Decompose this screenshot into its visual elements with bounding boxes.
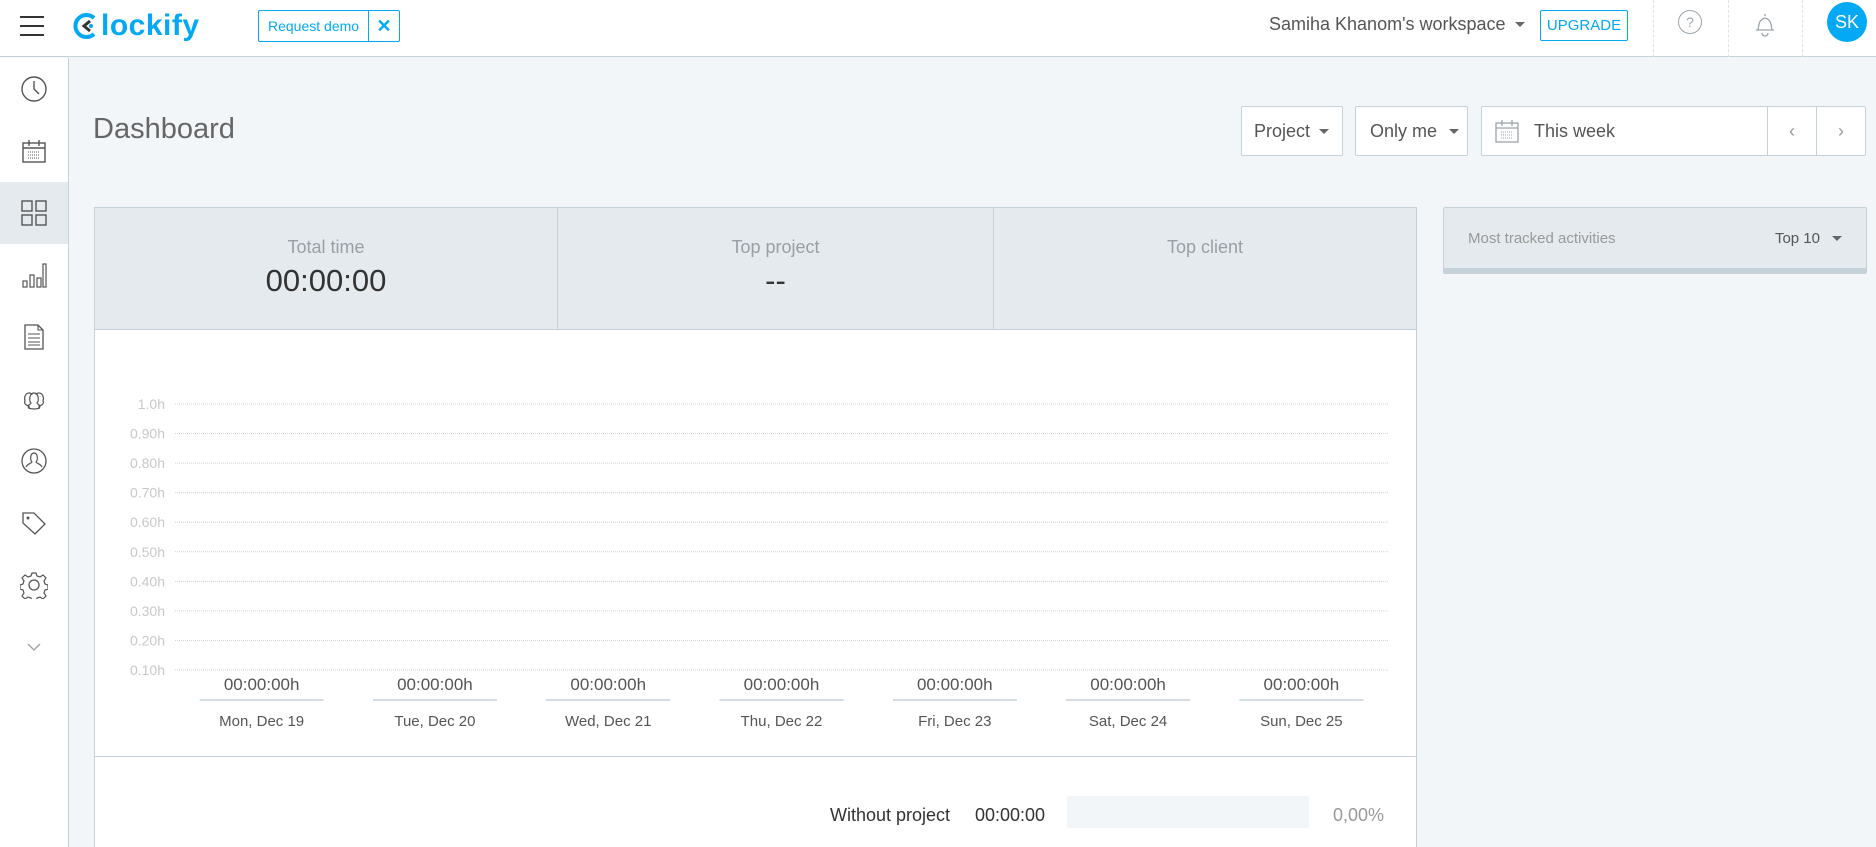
- stat-top-client: Top client: [994, 208, 1416, 329]
- stat-total-time: Total time 00:00:00: [95, 208, 558, 329]
- stat-value: 00:00:00: [265, 263, 387, 298]
- y-tick-label: 0.10h: [130, 662, 165, 678]
- sidebar-item-more[interactable]: [0, 616, 68, 678]
- most-tracked-activities-panel: Most tracked activities Top 10: [1443, 207, 1867, 274]
- sidebar-item-settings[interactable]: [0, 554, 68, 616]
- dashboard-grid-icon: [21, 200, 47, 226]
- scope-value: Only me: [1370, 120, 1438, 141]
- x-tick-label: Sun, Dec 25: [1260, 713, 1343, 730]
- clockify-logo-icon: [73, 13, 96, 39]
- x-tick-label: Mon, Dec 19: [219, 713, 304, 730]
- bar-value-label: 00:00:00h: [1090, 675, 1166, 694]
- y-tick-label: 0.90h: [130, 426, 165, 442]
- tag-icon: [22, 512, 46, 535]
- workspace-selector[interactable]: Samiha Khanom's workspace: [1269, 14, 1525, 35]
- x-tick-label: Fri, Dec 23: [918, 713, 991, 730]
- breakdown-progress-bar: [1067, 796, 1309, 828]
- upgrade-button[interactable]: UPGRADE: [1540, 10, 1628, 41]
- y-tick-label: 0.30h: [130, 603, 165, 619]
- sidebar-item-team[interactable]: [0, 368, 68, 430]
- scope-dropdown[interactable]: Only me: [1355, 106, 1468, 156]
- x-tick-label: Tue, Dec 20: [394, 713, 475, 730]
- sidebar-item-reports[interactable]: [0, 244, 68, 306]
- clockify-logo[interactable]: lockify: [72, 8, 200, 44]
- gear-icon: [20, 572, 48, 599]
- y-tick-label: 1.0h: [138, 396, 165, 412]
- top-bar: lockify Request demo ✕ Samiha Khanom's w…: [0, 0, 1876, 57]
- team-icon: [24, 392, 44, 410]
- top-count-dropdown[interactable]: Top 10: [1775, 230, 1842, 247]
- stat-top-project: Top project --: [558, 208, 994, 329]
- document-icon: [24, 324, 44, 350]
- caret-down-icon: [1449, 128, 1460, 134]
- divider: [1802, 0, 1803, 57]
- menu-hamburger-icon[interactable]: [20, 16, 44, 36]
- sidebar-item-time-tracker[interactable]: [0, 58, 68, 120]
- y-tick-label: 0.50h: [130, 544, 165, 560]
- date-range-value: This week: [1534, 120, 1616, 141]
- y-tick-label: 0.60h: [130, 514, 165, 530]
- workspace-name: Samiha Khanom's workspace: [1269, 14, 1506, 34]
- stat-label: Top client: [1166, 237, 1244, 257]
- bar-value-label: 00:00:00h: [397, 675, 473, 694]
- sidebar: [0, 58, 69, 847]
- date-range-picker: This week ‹ ›: [1481, 106, 1866, 156]
- stat-value: --: [765, 263, 786, 298]
- activities-title: Most tracked activities: [1468, 230, 1616, 247]
- date-range-button[interactable]: This week: [1482, 107, 1767, 155]
- request-demo-button[interactable]: Request demo: [259, 11, 370, 41]
- stat-label: Top project: [731, 237, 820, 257]
- user-circle-icon: [21, 448, 47, 474]
- breakdown-time: 00:00:00: [975, 805, 1046, 825]
- bar-value-label: 00:00:00h: [570, 675, 646, 694]
- daily-time-chart: 1.0h 0.90h 0.80h 0.70h 0.60h 0.50h 0.40h 0.30h 0…: [130, 396, 1388, 730]
- divider: [1653, 0, 1654, 57]
- top-count-value: Top 10: [1774, 230, 1820, 247]
- stat-label: Total time: [287, 237, 365, 257]
- y-tick-label: 0.20h: [130, 632, 165, 648]
- page-title: Dashboard: [93, 113, 235, 145]
- project-breakdown: Without project 00:00:00 0,00%: [95, 756, 1416, 847]
- request-demo-banner: Request demo ✕: [258, 10, 401, 42]
- prev-period-button[interactable]: ‹: [1767, 107, 1816, 155]
- bar-chart-icon: [22, 263, 47, 288]
- group-by-value: Project: [1254, 120, 1311, 141]
- calendar-icon: [22, 140, 46, 163]
- chevron-down-icon: [27, 643, 41, 651]
- bell-icon[interactable]: [1753, 12, 1777, 43]
- bar-value-label: 00:00:00h: [224, 675, 300, 694]
- y-tick-label: 0.70h: [130, 485, 165, 501]
- group-by-dropdown[interactable]: Project: [1241, 106, 1343, 156]
- logo-text: lockify: [101, 9, 200, 42]
- sidebar-item-clients[interactable]: [0, 430, 68, 492]
- sidebar-item-projects[interactable]: [0, 306, 68, 368]
- clock-icon: [21, 76, 47, 102]
- divider: [1728, 0, 1729, 57]
- calendar-icon: [1495, 120, 1519, 143]
- sidebar-item-dashboard[interactable]: [0, 182, 68, 244]
- y-tick-label: 0.40h: [130, 573, 165, 589]
- close-icon[interactable]: ✕: [369, 11, 399, 41]
- avatar[interactable]: SK: [1827, 2, 1867, 42]
- x-tick-label: Thu, Dec 22: [741, 713, 823, 730]
- sidebar-item-tags[interactable]: [0, 492, 68, 554]
- bar-value-label: 00:00:00h: [917, 675, 993, 694]
- x-tick-label: Wed, Dec 21: [565, 713, 651, 730]
- bar-value-label: 00:00:00h: [744, 675, 820, 694]
- y-tick-label: 0.80h: [130, 455, 165, 471]
- caret-down-icon: [1832, 236, 1842, 241]
- help-icon[interactable]: ?: [1678, 10, 1702, 34]
- dashboard-card: Total time 00:00:00 Top project -- Top c…: [94, 207, 1417, 847]
- caret-down-icon: [1514, 22, 1525, 27]
- next-period-button[interactable]: ›: [1816, 107, 1865, 155]
- x-tick-label: Sat, Dec 24: [1089, 713, 1167, 730]
- caret-down-icon: [1319, 128, 1330, 134]
- breakdown-percent: 0,00%: [1333, 805, 1385, 825]
- sidebar-item-calendar[interactable]: [0, 120, 68, 182]
- breakdown-label: Without project: [830, 805, 951, 825]
- bar-value-label: 00:00:00h: [1264, 675, 1340, 694]
- stats-row: Total time 00:00:00 Top project -- Top c…: [95, 208, 1416, 330]
